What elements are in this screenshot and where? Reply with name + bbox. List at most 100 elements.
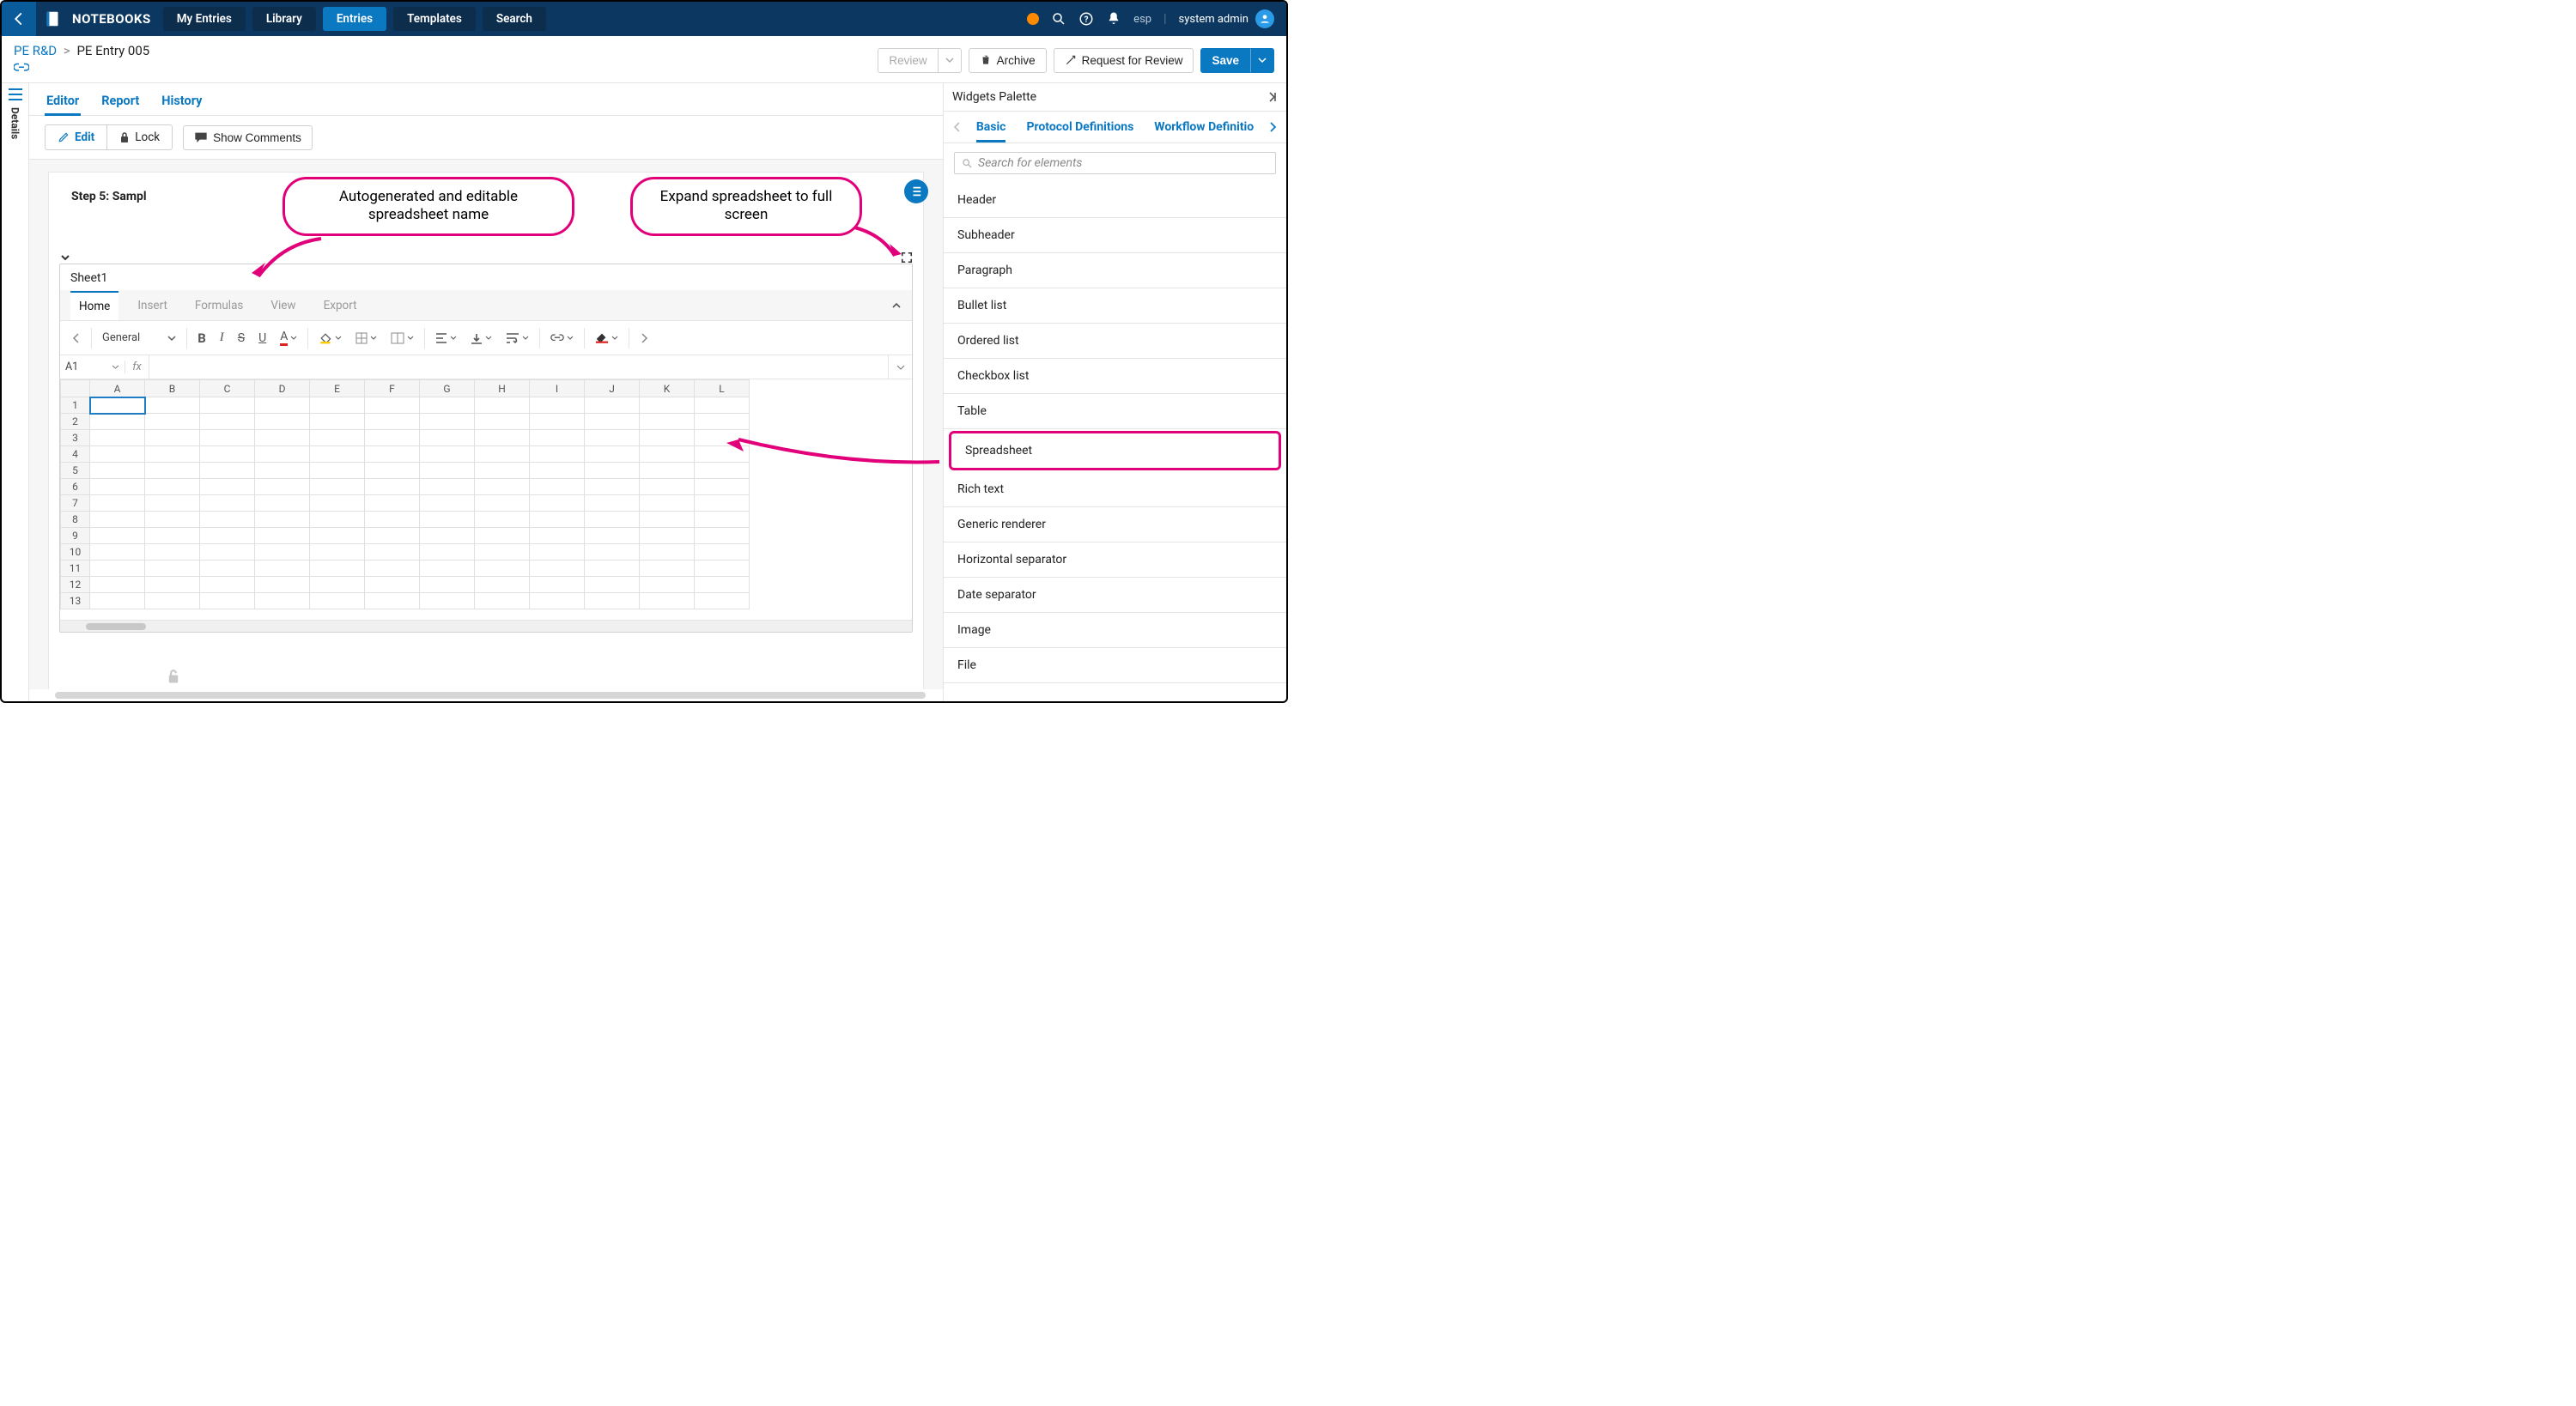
cell[interactable] <box>420 495 475 512</box>
cell[interactable] <box>90 397 145 414</box>
cell[interactable] <box>145 593 200 609</box>
col-header[interactable]: E <box>310 380 365 397</box>
cell[interactable] <box>200 446 255 463</box>
search-icon[interactable] <box>1051 11 1066 27</box>
palette-item-spreadsheet[interactable]: Spreadsheet <box>949 431 1281 470</box>
formula-expand-button[interactable] <box>888 355 912 379</box>
cell[interactable] <box>585 430 640 446</box>
cell[interactable] <box>310 593 365 609</box>
cell[interactable] <box>145 561 200 577</box>
request-review-button[interactable]: Request for Review <box>1054 48 1194 73</box>
cell[interactable] <box>530 561 585 577</box>
cell[interactable] <box>255 528 310 544</box>
cell[interactable] <box>90 544 145 561</box>
cell[interactable] <box>255 479 310 495</box>
cell[interactable] <box>530 446 585 463</box>
col-header[interactable]: B <box>145 380 200 397</box>
cell[interactable] <box>530 577 585 593</box>
cell[interactable] <box>365 528 420 544</box>
cell[interactable] <box>695 544 750 561</box>
cell[interactable] <box>475 430 530 446</box>
palette-item-header[interactable]: Header <box>944 183 1286 218</box>
cell[interactable] <box>530 463 585 479</box>
cell[interactable] <box>365 479 420 495</box>
palette-search-input[interactable]: Search for elements <box>954 152 1276 174</box>
palette-tab-workflow[interactable]: Workflow Definitio <box>1144 112 1264 142</box>
palette-item-subheader[interactable]: Subheader <box>944 218 1286 253</box>
cell[interactable] <box>640 528 695 544</box>
cell[interactable] <box>585 495 640 512</box>
cell[interactable] <box>695 495 750 512</box>
cell[interactable] <box>475 495 530 512</box>
cell[interactable] <box>310 430 365 446</box>
row-header[interactable]: 13 <box>61 593 90 609</box>
toc-button[interactable] <box>904 179 928 203</box>
cell[interactable] <box>90 512 145 528</box>
cell[interactable] <box>640 577 695 593</box>
cell[interactable] <box>420 463 475 479</box>
cell[interactable] <box>530 544 585 561</box>
tab-history[interactable]: History <box>160 88 204 115</box>
link-icon[interactable] <box>14 62 29 74</box>
cell[interactable] <box>585 397 640 414</box>
cell[interactable] <box>310 414 365 430</box>
cell[interactable] <box>255 446 310 463</box>
cell[interactable] <box>530 479 585 495</box>
show-comments-button[interactable]: Show Comments <box>183 125 313 150</box>
col-header[interactable]: C <box>200 380 255 397</box>
cell[interactable] <box>640 397 695 414</box>
cell[interactable] <box>255 561 310 577</box>
cell[interactable] <box>530 430 585 446</box>
number-format-select[interactable]: General <box>95 331 183 344</box>
cell[interactable] <box>475 577 530 593</box>
v-align-button[interactable] <box>464 326 499 350</box>
cell[interactable] <box>310 512 365 528</box>
cell[interactable] <box>145 446 200 463</box>
back-button[interactable] <box>2 2 36 36</box>
cell[interactable] <box>475 414 530 430</box>
cell[interactable] <box>145 577 200 593</box>
select-all-cells[interactable] <box>61 380 90 397</box>
cell[interactable] <box>200 479 255 495</box>
cell[interactable] <box>640 479 695 495</box>
cell[interactable] <box>365 544 420 561</box>
cell[interactable] <box>420 593 475 609</box>
nav-item-entries[interactable]: Entries <box>323 7 386 31</box>
palette-item-image[interactable]: Image <box>944 613 1286 648</box>
cell[interactable] <box>145 479 200 495</box>
cell[interactable] <box>310 495 365 512</box>
cell[interactable] <box>695 479 750 495</box>
bold-button[interactable]: B <box>191 326 213 350</box>
row-header[interactable]: 1 <box>61 397 90 414</box>
col-header[interactable]: D <box>255 380 310 397</box>
ribbon-tab-home[interactable]: Home <box>70 291 118 320</box>
cell[interactable] <box>365 430 420 446</box>
cell[interactable] <box>695 512 750 528</box>
grid-h-scrollbar[interactable] <box>60 620 912 632</box>
cell[interactable] <box>255 430 310 446</box>
strikethrough-button[interactable]: S <box>231 326 252 350</box>
cell[interactable] <box>585 577 640 593</box>
font-color-button[interactable]: A <box>273 326 304 350</box>
cell[interactable] <box>200 561 255 577</box>
tab-editor[interactable]: Editor <box>45 88 81 115</box>
palette-item-generic-renderer[interactable]: Generic renderer <box>944 507 1286 542</box>
nav-item-library[interactable]: Library <box>252 7 316 31</box>
tab-report[interactable]: Report <box>100 88 141 115</box>
cell[interactable] <box>475 593 530 609</box>
cell-reference-input[interactable]: A1 <box>60 361 125 373</box>
cell[interactable] <box>255 397 310 414</box>
cell[interactable] <box>530 512 585 528</box>
cell[interactable] <box>145 463 200 479</box>
cell[interactable] <box>585 561 640 577</box>
cell[interactable] <box>365 495 420 512</box>
help-icon[interactable]: ? <box>1078 11 1094 27</box>
cell[interactable] <box>90 528 145 544</box>
palette-item-table[interactable]: Table <box>944 394 1286 429</box>
status-indicator-icon[interactable] <box>1027 13 1039 25</box>
cell[interactable] <box>475 512 530 528</box>
cell[interactable] <box>310 544 365 561</box>
palette-item-paragraph[interactable]: Paragraph <box>944 253 1286 288</box>
row-header[interactable]: 10 <box>61 544 90 561</box>
cell[interactable] <box>475 544 530 561</box>
